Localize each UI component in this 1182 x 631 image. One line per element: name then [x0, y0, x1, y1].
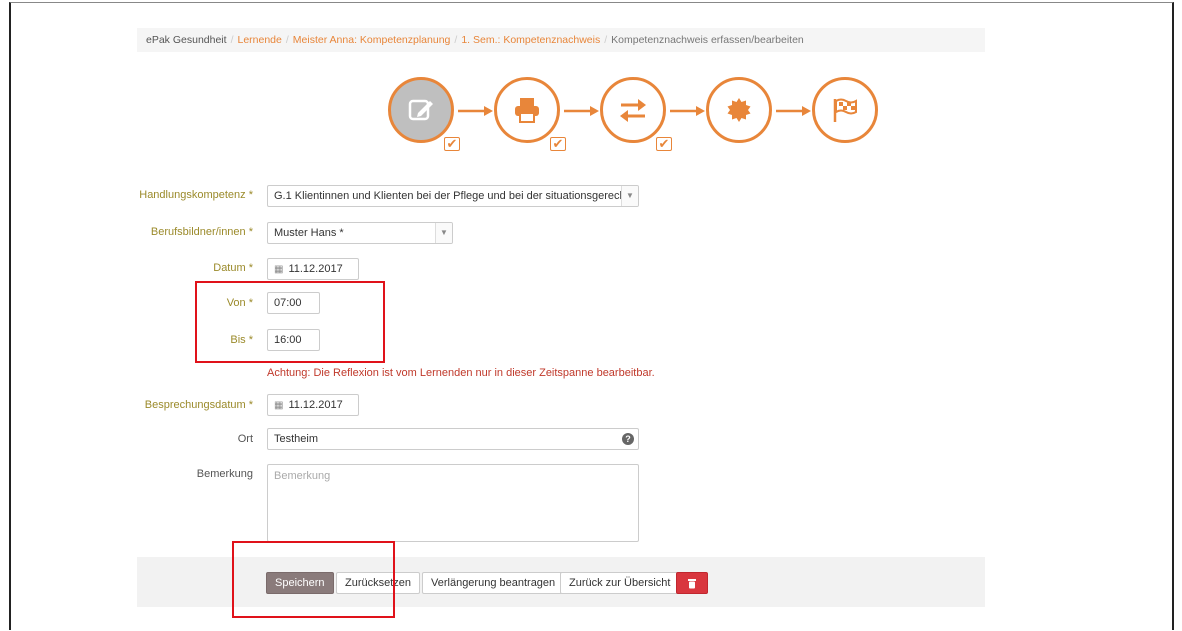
- trash-icon: [688, 579, 696, 589]
- time-warning: Achtung: Die Reflexion ist vom Lernenden…: [267, 367, 655, 379]
- print-icon: [515, 98, 539, 123]
- edit-icon: [408, 99, 433, 121]
- calendar-icon: ▦: [274, 400, 284, 411]
- step-wizard: ✔ ✔ ✔: [388, 77, 888, 159]
- datum-value: 11.12.2017: [288, 263, 343, 275]
- label-ort: Ort: [237, 433, 253, 445]
- bemerkung-textarea[interactable]: [267, 464, 639, 542]
- delete-button[interactable]: [676, 572, 708, 594]
- step-finish[interactable]: [812, 77, 878, 143]
- berufsbildner-value: Muster Hans *: [274, 227, 344, 239]
- flag-checkered-icon: [833, 98, 857, 122]
- besprechungsdatum-field[interactable]: ▦ 11.12.2017: [267, 394, 359, 416]
- step-exchange[interactable]: [600, 77, 666, 143]
- back-to-overview-button[interactable]: Zurück zur Übersicht: [560, 572, 680, 594]
- certificate-icon: [727, 98, 751, 122]
- label-berufsbildner: Berufsbildner/innen *: [150, 226, 253, 238]
- label-bemerkung: Bemerkung: [196, 468, 253, 480]
- check-square-icon: ✔: [444, 136, 460, 151]
- extend-button[interactable]: Verlängerung beantragen: [422, 572, 565, 594]
- ort-field[interactable]: Testheim ?: [267, 428, 639, 450]
- chevron-down-icon: ▼: [621, 186, 638, 206]
- chevron-down-icon: ▼: [435, 223, 452, 243]
- label-datum: Datum *: [213, 262, 253, 274]
- breadcrumb: ePak Gesundheit / Lernende / Meister Anna: K…: [137, 28, 985, 52]
- breadcrumb-kompetenzplanung[interactable]: Meister Anna: Kompetenzplanung: [293, 34, 451, 46]
- step-certificate[interactable]: [706, 77, 772, 143]
- check-square-icon: ✔: [656, 136, 672, 151]
- label-besprechungsdatum: Besprechungsdatum *: [144, 399, 253, 411]
- breadcrumb-home[interactable]: ePak Gesundheit: [146, 34, 227, 46]
- highlight-time-fields: [195, 281, 385, 363]
- arrow-right-icon: [776, 106, 811, 116]
- breadcrumb-current: Kompetenznachweis erfassen/bearbeiten: [611, 34, 804, 46]
- exchange-icon: [620, 99, 646, 122]
- besprechungsdatum-value: 11.12.2017: [288, 399, 343, 411]
- highlight-save-button: [232, 541, 395, 618]
- ort-value: Testheim: [274, 433, 319, 445]
- breadcrumb-lernende[interactable]: Lernende: [237, 34, 281, 46]
- handlungskompetenz-select[interactable]: G.1 Klientinnen und Klienten bei der Pfl…: [267, 185, 639, 207]
- check-square-icon: ✔: [550, 136, 566, 151]
- handlungskompetenz-value: G.1 Klientinnen und Klienten bei der Pfl…: [274, 190, 639, 202]
- calendar-icon: ▦: [274, 264, 284, 275]
- step-print[interactable]: [494, 77, 560, 143]
- datum-field[interactable]: ▦ 11.12.2017: [267, 258, 359, 280]
- arrow-right-icon: [670, 106, 705, 116]
- arrow-right-icon: [458, 106, 493, 116]
- question-circle-icon[interactable]: ?: [622, 433, 634, 445]
- step-edit[interactable]: [388, 77, 454, 143]
- label-handlungskompetenz: Handlungskompetenz *: [139, 189, 253, 201]
- berufsbildner-select[interactable]: Muster Hans * ▼: [267, 222, 453, 244]
- breadcrumb-kompetenznachweis[interactable]: 1. Sem.: Kompetenznachweis: [461, 34, 600, 46]
- arrow-right-icon: [564, 106, 599, 116]
